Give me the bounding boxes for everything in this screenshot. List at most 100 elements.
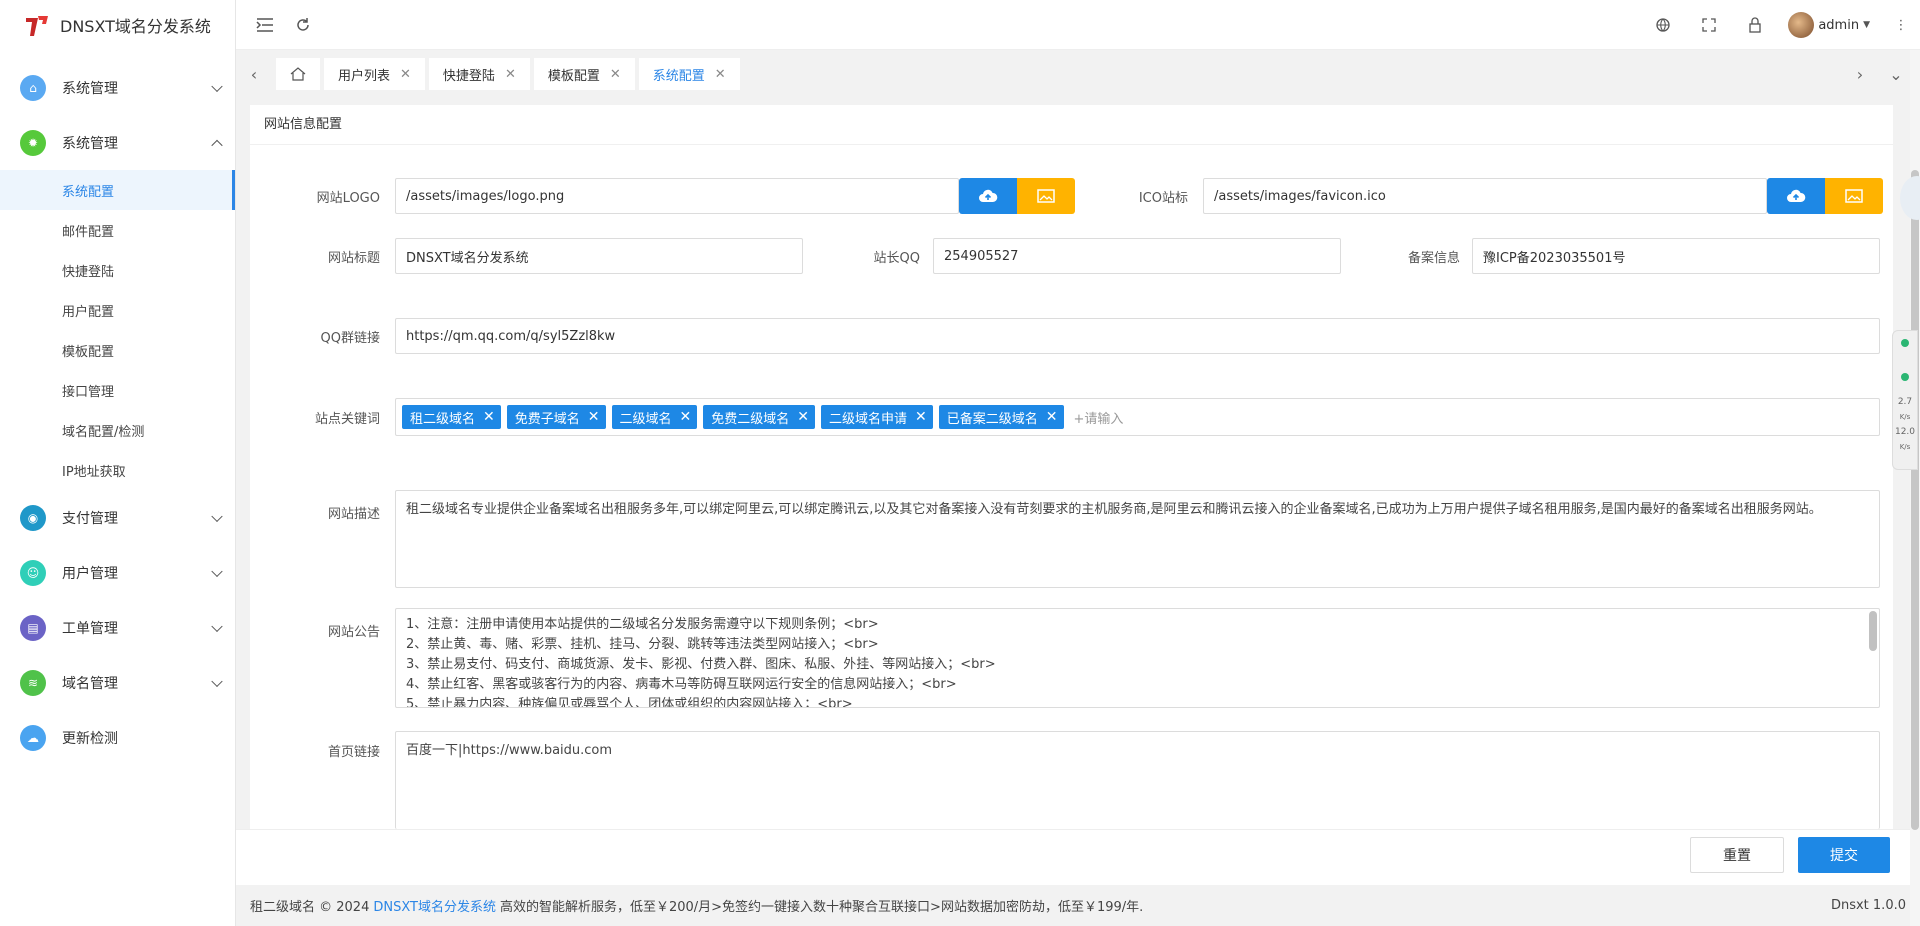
submenu-ip-fetch[interactable]: IP地址获取 bbox=[0, 450, 235, 490]
refresh-icon[interactable] bbox=[292, 14, 314, 36]
qq-group-input[interactable]: https://qm.qq.com/q/syl5Zzl8kw bbox=[395, 318, 1880, 354]
image-icon bbox=[1037, 189, 1055, 203]
close-icon[interactable]: ✕ bbox=[505, 67, 516, 82]
tab-scroll-left-icon[interactable]: ‹ bbox=[242, 62, 266, 86]
network-speed-widget[interactable]: 2.7 K/s 12.0 K/s bbox=[1892, 330, 1918, 470]
submenu-system-config[interactable]: 系统配置 bbox=[0, 170, 235, 210]
submenu-user-config[interactable]: 用户配置 bbox=[0, 290, 235, 330]
tab-template-config[interactable]: 模板配置 ✕ bbox=[533, 58, 635, 90]
sidebar: DNSXT域名分发系统 ⌂ 系统管理 ✹ 系统管理 系统配置 邮件配置 快捷登陆… bbox=[0, 0, 236, 926]
tab-scroll-right-icon[interactable]: › bbox=[1848, 62, 1872, 86]
menu-group-tickets[interactable]: ▤ 工单管理 bbox=[0, 600, 235, 655]
top-header: admin ▼ ⋮ bbox=[236, 0, 1920, 50]
notice-line: 2、禁止黄、毒、赌、彩票、挂机、挂马、分裂、跳转等违法类型网站接入；<br> bbox=[406, 637, 879, 652]
keywords-tag-input[interactable]: 租二级域名 ✕ 免费子域名 ✕ 二级域名 ✕ 免费二级域名 ✕ 二级域名申请 ✕ 已备案二… bbox=[395, 398, 1880, 436]
tab-system-config[interactable]: 系统配置 ✕ bbox=[638, 58, 740, 90]
avatar bbox=[1788, 12, 1815, 38]
keyword-tag[interactable]: 免费子域名 ✕ bbox=[506, 405, 606, 429]
close-icon[interactable]: ✕ bbox=[715, 67, 726, 82]
status-dot bbox=[1901, 339, 1909, 347]
notice-label: 网站公告 bbox=[327, 625, 380, 640]
keyword-tag[interactable]: 二级域名 ✕ bbox=[611, 405, 698, 429]
lock-icon[interactable] bbox=[1744, 14, 1766, 36]
image-icon bbox=[1845, 189, 1863, 203]
submenu-template-config[interactable]: 模板配置 bbox=[0, 330, 235, 370]
card-title: 网站信息配置 bbox=[250, 105, 1893, 145]
desc-label: 网站描述 bbox=[327, 507, 380, 522]
close-icon[interactable]: ✕ bbox=[1046, 409, 1058, 425]
menu-group-users[interactable]: ☺ 用户管理 bbox=[0, 545, 235, 600]
tab-label: 用户列表 bbox=[338, 68, 391, 84]
tab-label: 系统配置 bbox=[652, 68, 705, 84]
keyword-tag[interactable]: 已备案二级域名 ✕ bbox=[938, 405, 1064, 429]
notice-textarea[interactable]: 1、注意：注册申请使用本站提供的二级域名分发服务需遵守以下规则条例；<br> 2… bbox=[395, 608, 1880, 708]
menu-group-payment[interactable]: ◉ 支付管理 bbox=[0, 490, 235, 545]
chevron-down-icon bbox=[211, 675, 223, 687]
keywords-label: 站点关键词 bbox=[314, 412, 380, 427]
fullscreen-icon[interactable] bbox=[1698, 14, 1720, 36]
homelink-textarea[interactable]: 百度一下|https://www.baidu.com bbox=[395, 731, 1880, 829]
brand[interactable]: DNSXT域名分发系统 bbox=[0, 0, 235, 50]
site-title-input[interactable]: DNSXT域名分发系统 bbox=[395, 238, 803, 274]
keyword-tag[interactable]: 免费二级域名 ✕ bbox=[703, 405, 815, 429]
user-icon: ☺ bbox=[20, 559, 46, 586]
tag-label: 免费二级域名 bbox=[711, 411, 790, 427]
icp-input[interactable]: 豫ICP备2023035501号 bbox=[1472, 238, 1880, 274]
tab-home[interactable] bbox=[276, 58, 320, 90]
collapse-menu-icon[interactable] bbox=[254, 14, 276, 36]
select-logo-image-button[interactable] bbox=[1017, 178, 1075, 214]
form-actions: 重置 提交 bbox=[236, 829, 1920, 885]
close-icon[interactable]: ✕ bbox=[588, 409, 600, 425]
tab-quick-login[interactable]: 快捷登陆 ✕ bbox=[428, 58, 530, 90]
user-menu[interactable]: admin ▼ bbox=[1788, 12, 1870, 38]
desc-textarea[interactable]: 租二级域名专业提供企业备案域名出租服务多年,可以绑定阿里云,可以绑定腾讯云,以及… bbox=[395, 490, 1880, 588]
more-vertical-icon[interactable]: ⋮ bbox=[1890, 14, 1912, 36]
chevron-down-icon bbox=[211, 80, 223, 92]
submenu-quick-login[interactable]: 快捷登陆 bbox=[0, 250, 235, 290]
tag-label: 二级域名 bbox=[619, 411, 672, 427]
notice-line: 5、禁止暴力内容、种族偏见或辱骂个人、团体或组织的内容网站接入；<br> bbox=[406, 697, 853, 708]
caret-down-icon: ▼ bbox=[1863, 20, 1870, 30]
ico-label: ICO站标 bbox=[1138, 191, 1188, 206]
tag-label: 免费子域名 bbox=[514, 411, 580, 427]
upload-ico-button[interactable] bbox=[1767, 178, 1825, 214]
select-ico-image-button[interactable] bbox=[1825, 178, 1883, 214]
menu-group-update[interactable]: ☁ 更新检测 bbox=[0, 710, 235, 765]
upload-speed: 2.7 bbox=[1898, 397, 1912, 407]
notice-line: 1、注意：注册申请使用本站提供的二级域名分发服务需遵守以下规则条例；<br> bbox=[406, 617, 879, 632]
close-icon[interactable]: ✕ bbox=[915, 409, 927, 425]
close-icon[interactable]: ✕ bbox=[483, 409, 495, 425]
submenu-api-manage[interactable]: 接口管理 bbox=[0, 370, 235, 410]
upload-logo-button[interactable] bbox=[959, 178, 1017, 214]
admin-qq-input[interactable]: 254905527 bbox=[933, 238, 1341, 274]
ico-input[interactable]: /assets/images/favicon.ico bbox=[1203, 178, 1767, 214]
logo-input[interactable]: /assets/images/logo.png bbox=[395, 178, 959, 214]
close-icon[interactable]: ✕ bbox=[610, 67, 621, 82]
page-scrollbar-thumb[interactable] bbox=[1911, 170, 1919, 830]
submenu-domain-check[interactable]: 域名配置/检测 bbox=[0, 410, 235, 450]
status-dot bbox=[1901, 373, 1909, 381]
submit-button[interactable]: 提交 bbox=[1798, 837, 1890, 873]
close-icon[interactable]: ✕ bbox=[400, 67, 411, 82]
floating-bubble[interactable] bbox=[1900, 176, 1920, 220]
menu-group-domains[interactable]: ≋ 域名管理 bbox=[0, 655, 235, 710]
close-icon[interactable]: ✕ bbox=[680, 409, 692, 425]
tab-dropdown-icon[interactable]: ⌄ bbox=[1884, 62, 1908, 86]
close-icon[interactable]: ✕ bbox=[797, 409, 809, 425]
keyword-tag[interactable]: 租二级域名 ✕ bbox=[402, 405, 501, 429]
globe-icon[interactable] bbox=[1652, 14, 1674, 36]
menu-group-system-1[interactable]: ⌂ 系统管理 bbox=[0, 60, 235, 115]
app-title: DNSXT域名分发系统 bbox=[60, 17, 211, 36]
reset-button[interactable]: 重置 bbox=[1690, 837, 1784, 873]
tag-label: 已备案二级域名 bbox=[946, 411, 1038, 427]
homelink-label: 首页链接 bbox=[327, 745, 380, 760]
keyword-add-input[interactable]: +请输入 bbox=[1074, 408, 1124, 427]
footer-link[interactable]: DNSXT域名分发系统 bbox=[373, 896, 496, 915]
home-icon bbox=[290, 67, 306, 81]
textarea-scrollbar[interactable] bbox=[1869, 611, 1877, 651]
submenu-mail-config[interactable]: 邮件配置 bbox=[0, 210, 235, 250]
menu-group-system-2[interactable]: ✹ 系统管理 bbox=[0, 115, 235, 170]
tab-user-list[interactable]: 用户列表 ✕ bbox=[324, 58, 425, 90]
speed-unit: K/s bbox=[1899, 413, 1911, 421]
keyword-tag[interactable]: 二级域名申请 ✕ bbox=[821, 405, 933, 429]
